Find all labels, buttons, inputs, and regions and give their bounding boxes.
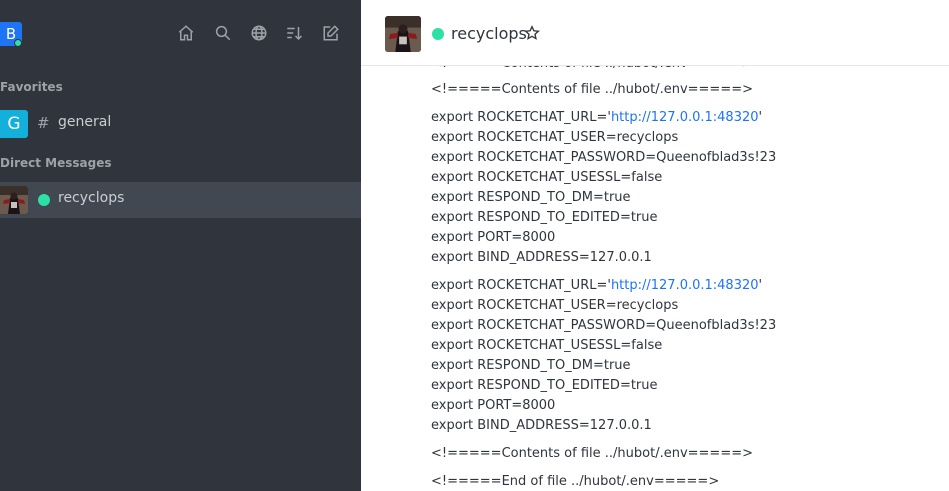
line-text: ' [758,278,763,293]
message-line: export ROCKETCHAT_URL='http://127.0.0.1:… [431,108,762,128]
message-line: export ROCKETCHAT_USESSL=false [431,338,663,353]
message-line: <!=====Contents of file ../hubot/.env===… [431,446,753,461]
message-line: export PORT=8000 [431,230,556,245]
message-line: export RESPOND_TO_EDITED=true [431,210,658,225]
message-line: export PORT=8000 [431,398,556,413]
url-link[interactable]: http://127.0.0.1:48320 [611,278,759,293]
message-line: <!=====End of file ../hubot/.env=====> [431,474,720,489]
room-title: recyclops [451,24,527,43]
edit-icon[interactable] [322,24,340,42]
room-avatar: G [0,110,28,138]
message-line: export RESPOND_TO_DM=true [431,190,631,205]
sidebar-item-label: recyclops [58,190,125,206]
line-text: ' [758,110,763,125]
direct-messages-section-label: Direct Messages [0,156,112,170]
message-line: export RESPOND_TO_DM=true [431,358,631,373]
home-icon[interactable] [177,24,195,42]
message-line: export ROCKETCHAT_PASSWORD=Queenofblad3s… [431,150,777,165]
room-header: recyclops [361,0,949,66]
sidebar-item-recyclops[interactable]: recyclops [0,182,361,218]
message-line: <!=====Contents of file ../hubot/.env===… [431,82,753,97]
message-line: export ROCKETCHAT_USER=recyclops [431,298,679,313]
sidebar-item-general[interactable]: G # general [0,106,361,142]
star-icon[interactable] [524,25,540,41]
main-content: recyclops <!=====Contents of file ../hub… [361,0,949,491]
room-avatar[interactable] [385,16,421,52]
message-line: export ROCKETCHAT_USER=recyclops [431,130,679,145]
message-list[interactable]: <!=====Contents of file ../hubot/.env===… [361,66,949,491]
online-status-icon [432,28,444,40]
sort-icon[interactable] [285,24,303,42]
message-line: export BIND_ADDRESS=127.0.0.1 [431,418,652,433]
hash-icon: # [37,114,50,132]
search-icon[interactable] [214,24,232,42]
message-line: export RESPOND_TO_EDITED=true [431,378,658,393]
globe-icon[interactable] [250,24,268,42]
sidebar: B Favorites G # general Direct Messages [0,0,361,491]
line-text: export ROCKETCHAT_URL=' [431,278,611,293]
line-text: export ROCKETCHAT_URL=' [431,110,611,125]
message-line: export ROCKETCHAT_URL='http://127.0.0.1:… [431,276,762,296]
sidebar-item-label: general [58,114,112,130]
message-line: <!=====Contents of file ../hubot/.env===… [431,66,753,74]
message-line: export ROCKETCHAT_PASSWORD=Queenofblad3s… [431,318,777,333]
favorites-section-label: Favorites [0,80,63,94]
sidebar-header: B [0,0,361,66]
avatar [0,186,28,214]
url-link[interactable]: http://127.0.0.1:48320 [611,110,759,125]
message-line: export BIND_ADDRESS=127.0.0.1 [431,250,652,265]
message-line: export ROCKETCHAT_USESSL=false [431,170,663,185]
online-status-icon [38,194,50,206]
user-status-indicator [14,39,22,47]
